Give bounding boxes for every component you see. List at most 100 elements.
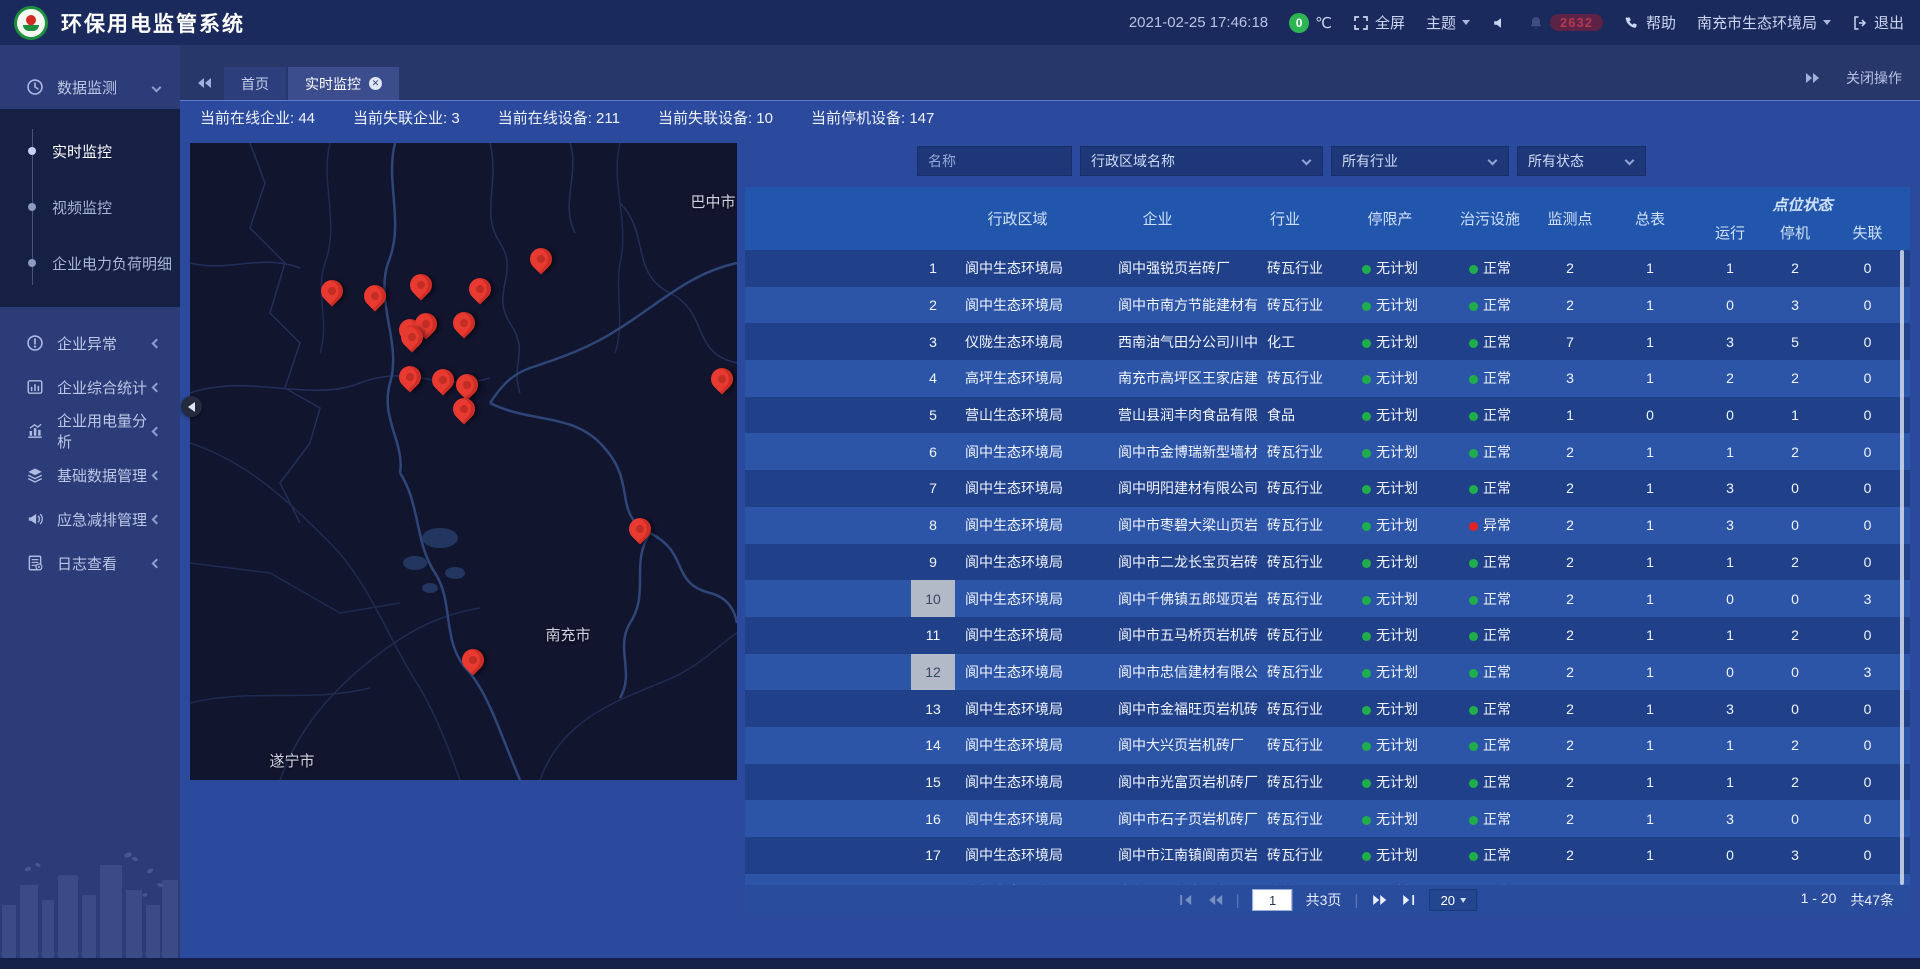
fullscreen-button[interactable]: 全屏 bbox=[1353, 12, 1405, 33]
table-row[interactable]: 3仪陇生态环境局西南油气田分公司川中化工无计划正常71350 bbox=[745, 323, 1910, 360]
row-number: 18 bbox=[911, 874, 955, 885]
cell-stop: 2 bbox=[1765, 774, 1825, 790]
cell-meters: 1 bbox=[1605, 297, 1695, 313]
region-filter-select[interactable]: 行政区域名称 bbox=[1080, 146, 1323, 176]
cell-pollution-status: 正常 bbox=[1445, 442, 1535, 462]
cell-pollution-status: 异常 bbox=[1445, 515, 1535, 535]
cell-stop: 0 bbox=[1765, 480, 1825, 496]
sidebar-item-emergency-reduction[interactable]: 应急减排管理 bbox=[0, 497, 180, 541]
table-row[interactable]: 7阆中生态环境局阆中明阳建材有限公司砖瓦行业无计划正常21300 bbox=[745, 470, 1910, 507]
col-lost-header: 失联 bbox=[1825, 222, 1910, 250]
cell-pollution-status: 正常 bbox=[1445, 662, 1535, 682]
tab-home[interactable]: 首页 bbox=[224, 67, 286, 100]
sidebar-item-base-data-management[interactable]: 基础数据管理 bbox=[0, 453, 180, 497]
table-row[interactable]: 11阆中生态环境局阆中市五马桥页岩机砖砖瓦行业无计划正常21120 bbox=[745, 617, 1910, 654]
table-row[interactable]: 14阆中生态环境局阆中大兴页岩机砖厂砖瓦行业无计划正常21120 bbox=[745, 727, 1910, 764]
cell-run: 0 bbox=[1695, 847, 1765, 863]
table-row[interactable]: 15阆中生态环境局阆中市光富页岩机砖厂砖瓦行业无计划正常21120 bbox=[745, 764, 1910, 801]
map-collapse-handle[interactable] bbox=[181, 396, 202, 417]
next-page-button[interactable] bbox=[1371, 894, 1387, 906]
page-number-input[interactable] bbox=[1253, 889, 1293, 911]
tabs-scroll-left-button[interactable] bbox=[196, 75, 212, 91]
table-row[interactable]: 18南部生态环境局南部县砌华水泥有限公建材加工无计划正常60060 bbox=[745, 874, 1910, 885]
sidebar-item-power-usage-analysis[interactable]: 企业用电量分析 bbox=[0, 409, 180, 453]
green-dot-icon bbox=[1362, 559, 1371, 568]
cell-company: 阆中市江南镇阆南页岩 bbox=[1080, 845, 1235, 865]
top-header: 环保用电监管系统 2021-02-25 17:46:18 0 ℃ 全屏 主题 2… bbox=[0, 0, 1920, 45]
sidebar-item-enterprise-statistics[interactable]: 企业综合统计 bbox=[0, 365, 180, 409]
chevron-left-icon bbox=[152, 338, 162, 348]
table-row[interactable]: 13阆中生态环境局阆中市金福旺页岩机砖砖瓦行业无计划正常21300 bbox=[745, 690, 1910, 727]
col-point-status-group-header: 点位状态 运行 停机 失联 bbox=[1695, 187, 1910, 250]
cell-industry: 砖瓦行业 bbox=[1235, 258, 1335, 278]
sidebar-item-log-view[interactable]: 日志查看 bbox=[0, 541, 180, 585]
col-stop-header: 停机 bbox=[1765, 222, 1825, 250]
page-size-select[interactable]: 20 bbox=[1429, 889, 1477, 911]
green-dot-icon bbox=[1469, 596, 1478, 605]
table-scrollbar[interactable] bbox=[1900, 250, 1904, 885]
cell-points: 7 bbox=[1535, 334, 1605, 350]
tab-realtime-monitoring[interactable]: 实时监控 bbox=[288, 67, 399, 100]
table-row[interactable]: 2阆中生态环境局阆中市南方节能建材有砖瓦行业无计划正常21030 bbox=[745, 287, 1910, 324]
close-operations-button[interactable]: 关闭操作 bbox=[1846, 68, 1902, 88]
cell-region: 阆中生态环境局 bbox=[955, 478, 1080, 498]
map-panel[interactable]: 巴中市南充市遂宁市 bbox=[190, 143, 737, 780]
close-tab-icon[interactable] bbox=[369, 77, 382, 90]
table-row[interactable]: 16阆中生态环境局阆中市石子页岩机砖厂砖瓦行业无计划正常21300 bbox=[745, 800, 1910, 837]
table-header: 行政区域 企业 行业 停限产 治污设施 监测点 总表 点位状态 运行 停机 失联 bbox=[745, 187, 1910, 250]
help-button[interactable]: 帮助 bbox=[1624, 12, 1676, 33]
last-page-button[interactable] bbox=[1400, 894, 1416, 906]
cell-company: 阆中市金博瑞新型墙材 bbox=[1080, 442, 1235, 462]
sidebar-subitem-实时监控[interactable]: 实时监控 bbox=[0, 123, 180, 179]
megaphone-icon bbox=[26, 510, 44, 528]
cell-run: 0 bbox=[1695, 407, 1765, 423]
table-row[interactable]: 5营山生态环境局营山县润丰肉食品有限食品无计划正常10010 bbox=[745, 397, 1910, 434]
sidebar-item-enterprise-abnormal[interactable]: 企业异常 bbox=[0, 321, 180, 365]
cell-meters: 1 bbox=[1605, 737, 1695, 753]
cell-points: 2 bbox=[1535, 297, 1605, 313]
cell-lost: 0 bbox=[1825, 737, 1910, 753]
first-page-button[interactable] bbox=[1178, 894, 1194, 906]
cell-industry: 砖瓦行业 bbox=[1235, 735, 1335, 755]
table-row[interactable]: 8阆中生态环境局阆中市枣碧大梁山页岩砖瓦行业无计划异常21300 bbox=[745, 507, 1910, 544]
chevron-down-icon bbox=[1823, 20, 1831, 25]
cell-lost: 0 bbox=[1825, 554, 1910, 570]
cell-region: 阆中生态环境局 bbox=[955, 552, 1080, 572]
theme-dropdown[interactable]: 主题 bbox=[1426, 12, 1470, 33]
cell-pollution-status: 正常 bbox=[1445, 625, 1535, 645]
record-range-info: 1 - 20 共47条 bbox=[1801, 890, 1910, 910]
tabs-scroll-right-button[interactable] bbox=[1804, 70, 1820, 86]
name-filter-input[interactable] bbox=[917, 146, 1072, 176]
cell-points: 2 bbox=[1535, 591, 1605, 607]
organization-dropdown[interactable]: 南充市生态环境局 bbox=[1697, 12, 1831, 33]
city-label-遂宁市: 遂宁市 bbox=[269, 750, 314, 771]
industry-filter-select[interactable]: 所有行业 bbox=[1331, 146, 1509, 176]
notifications-button[interactable]: 2632 bbox=[1528, 14, 1603, 31]
sidebar-subitem-视频监控[interactable]: 视频监控 bbox=[0, 179, 180, 235]
prev-page-button[interactable] bbox=[1207, 894, 1223, 906]
table-row[interactable]: 4高坪生态环境局南充市高坪区王家店建砖瓦行业无计划正常31220 bbox=[745, 360, 1910, 397]
cell-stop: 2 bbox=[1765, 627, 1825, 643]
cell-pollution-status: 正常 bbox=[1445, 699, 1535, 719]
cell-industry: 砖瓦行业 bbox=[1235, 662, 1335, 682]
cell-points: 2 bbox=[1535, 554, 1605, 570]
table-row[interactable]: 10阆中生态环境局阆中千佛镇五郎垭页岩砖瓦行业无计划正常21003 bbox=[745, 580, 1910, 617]
col-meter-header: 总表 bbox=[1605, 187, 1695, 250]
sidebar-subitem-企业电力负荷明细[interactable]: 企业电力负荷明细 bbox=[0, 235, 180, 291]
table-row[interactable]: 1阆中生态环境局阆中强锐页岩砖厂砖瓦行业无计划正常21120 bbox=[745, 250, 1910, 287]
table-row[interactable]: 6阆中生态环境局阆中市金博瑞新型墙材砖瓦行业无计划正常21120 bbox=[745, 433, 1910, 470]
cell-limit-status: 无计划 bbox=[1335, 845, 1445, 865]
chevron-left-icon bbox=[152, 382, 162, 392]
cell-run: 1 bbox=[1695, 737, 1765, 753]
sound-button[interactable] bbox=[1491, 15, 1507, 31]
footer-strip bbox=[0, 958, 1920, 969]
logout-button[interactable]: 退出 bbox=[1852, 12, 1904, 33]
cell-industry: 砖瓦行业 bbox=[1235, 845, 1335, 865]
table-row[interactable]: 17阆中生态环境局阆中市江南镇阆南页岩砖瓦行业无计划正常21030 bbox=[745, 837, 1910, 874]
status-filter-select[interactable]: 所有状态 bbox=[1517, 146, 1646, 176]
table-row[interactable]: 9阆中生态环境局阆中市二龙长宝页岩砖砖瓦行业无计划正常21120 bbox=[745, 544, 1910, 581]
cell-stop: 3 bbox=[1765, 847, 1825, 863]
sidebar-item-data-monitoring[interactable]: 数据监测 bbox=[0, 65, 180, 109]
cell-region: 阆中生态环境局 bbox=[955, 699, 1080, 719]
table-row[interactable]: 12阆中生态环境局阆中市忠信建材有限公砖瓦行业无计划正常21003 bbox=[745, 654, 1910, 691]
